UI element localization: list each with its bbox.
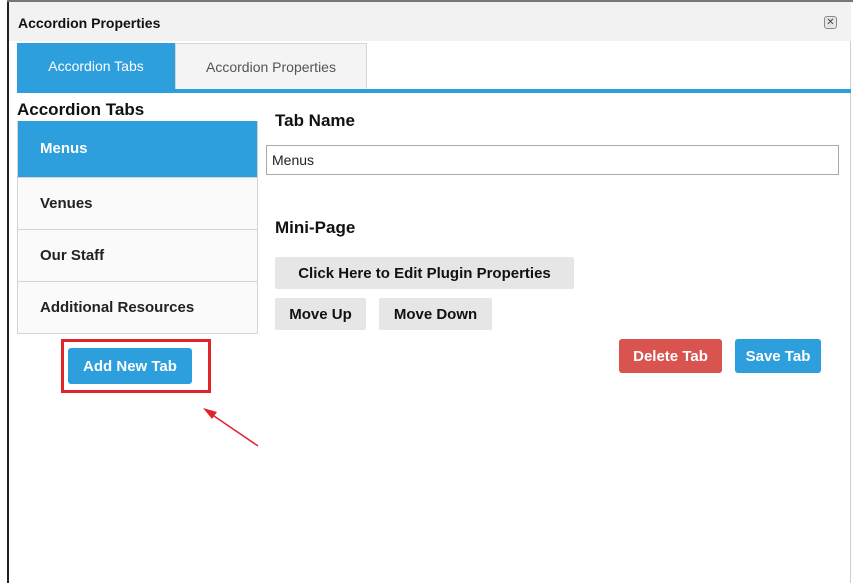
move-up-button[interactable]: Move Up: [275, 298, 366, 330]
annotation-arrow-icon: [203, 408, 259, 447]
tab-name-input[interactable]: [266, 145, 839, 175]
save-tab-button[interactable]: Save Tab: [735, 339, 821, 373]
delete-tab-button[interactable]: Delete Tab: [619, 339, 722, 373]
move-down-button[interactable]: Move Down: [379, 298, 492, 330]
mini-page-label: Mini-Page: [275, 218, 356, 237]
edit-plugin-properties-button[interactable]: Click Here to Edit Plugin Properties: [275, 257, 574, 289]
tab-name-label: Tab Name: [275, 111, 355, 130]
